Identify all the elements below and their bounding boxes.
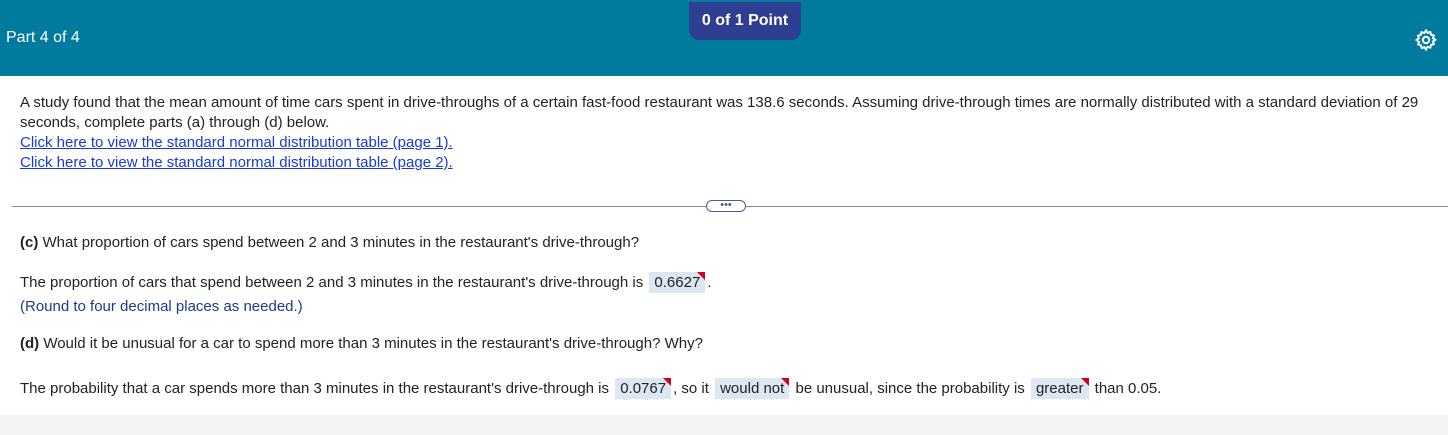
part-d-text-4: than 0.05. [1090,380,1162,397]
part-c-answer-suffix: . [707,274,712,291]
part-c-question: (c) What proportion of cars spend betwee… [20,234,639,251]
part-c-hint: (Round to four decimal places as needed.… [20,298,303,315]
flag-icon [697,272,706,280]
expand-button[interactable]: ••• [706,200,746,212]
part-c-label: (c) [20,234,39,251]
normal-table-link-page-1[interactable]: Click here to view the standard normal d… [20,133,1430,153]
part-c-answer-text: The proportion of cars that spend betwee… [20,274,648,291]
part-d-text-1: The probability that a car spends more t… [20,380,614,397]
part-d-value-1: 0.0767 [620,380,667,397]
gear-icon[interactable] [1414,28,1438,52]
flag-icon [663,378,672,386]
part-d-question-text: Would it be unusual for a car to spend m… [39,335,703,352]
part-d-answer-box-2[interactable]: would not [715,378,790,399]
part-c-answer: The proportion of cars that spend betwee… [20,272,711,293]
question-panel: A study found that the mean amount of ti… [0,76,1448,415]
part-d-answer-box-1[interactable]: 0.0767 [615,378,672,399]
part-c-answer-value: 0.6627 [654,274,701,291]
part-d-text-3: be unusual, since the probability is [791,380,1029,397]
part-d-label: (d) [20,335,40,352]
flag-icon [1080,378,1089,386]
part-d-answer: The probability that a car spends more t… [20,378,1161,399]
part-c-answer-box[interactable]: 0.6627 [649,272,706,293]
footer-area [0,415,1448,435]
flag-icon [781,378,790,386]
points-badge: 0 of 1 Point [689,2,801,40]
part-label: Part 4 of 4 [6,29,80,46]
part-c-question-text: What proportion of cars spend between 2 … [38,234,640,251]
part-d-answer-box-3[interactable]: greater [1030,378,1089,399]
part-d-question: (d) Would it be unusual for a car to spe… [20,335,703,352]
intro-text: A study found that the mean amount of ti… [20,94,1419,131]
part-d-value-3: greater [1035,380,1084,397]
part-d-text-2: , so it [673,380,714,397]
normal-table-link-page-2[interactable]: Click here to view the standard normal d… [20,153,1430,173]
part-d-value-2: would not [720,380,785,397]
header-bar: Part 4 of 4 0 of 1 Point [0,0,1448,76]
question-intro: A study found that the mean amount of ti… [20,93,1430,173]
